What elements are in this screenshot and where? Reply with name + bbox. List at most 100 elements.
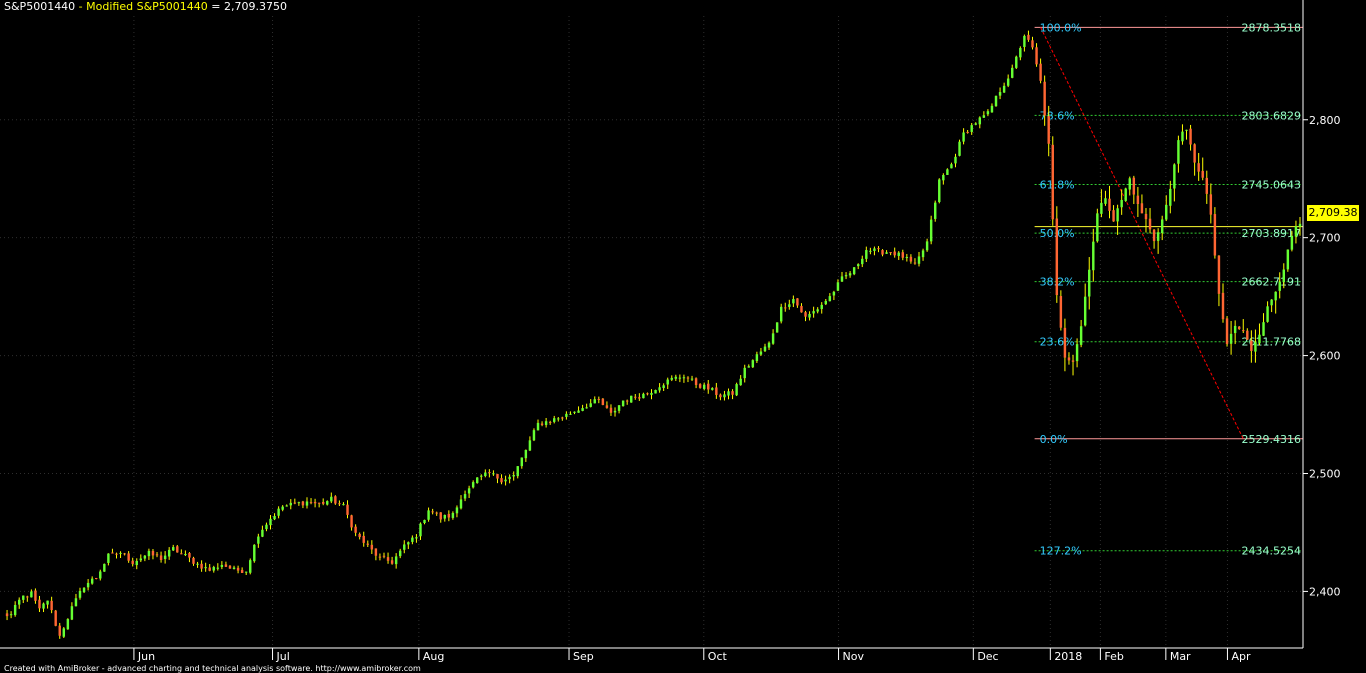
candle-down [224, 564, 228, 567]
candle-down [38, 599, 41, 609]
candle-up [852, 267, 856, 275]
candle-up [544, 421, 548, 425]
candle-up [990, 105, 994, 113]
candle-up [788, 304, 791, 307]
candle-down [719, 394, 722, 398]
candle-up [905, 257, 909, 259]
candle-up [1002, 85, 1006, 93]
candle-down [1193, 144, 1196, 163]
candle-down [1055, 218, 1059, 296]
candle-up [403, 544, 406, 550]
candle-up [216, 567, 220, 569]
candle-down [5, 613, 9, 617]
candle-up [220, 564, 224, 567]
candle-down [715, 387, 718, 395]
candle-up [74, 598, 78, 607]
candle-up [925, 241, 929, 251]
candle-down [609, 407, 613, 413]
candle-up [771, 333, 775, 344]
candle-down [362, 535, 365, 543]
candle-up [232, 567, 236, 569]
candle-down [877, 248, 880, 250]
candle-down [176, 546, 179, 553]
candle-down [966, 131, 969, 133]
candle-up [816, 309, 819, 312]
candle-down [893, 251, 896, 256]
candle-up [249, 560, 252, 573]
candle-down [1205, 177, 1208, 194]
candle-down [321, 502, 325, 504]
candle-up [589, 403, 592, 407]
chart-header: S&P5001440 - Modified S&P5001440 = 2,709… [4, 0, 287, 13]
candle-down [447, 513, 451, 518]
candle-down [131, 560, 134, 564]
candle-down [698, 384, 702, 388]
fib-level-percent: 0.0% [1040, 433, 1068, 446]
candle-down [123, 553, 126, 555]
fibonacci-retracement[interactable]: 100.0% 2878.351878.6% 2803.682961.8% 2745.0… [1034, 21, 1303, 558]
candle-up [1128, 178, 1131, 190]
candle-up [1286, 249, 1290, 270]
candle-up [962, 132, 965, 142]
candle-down [561, 417, 564, 419]
candle-up [184, 553, 187, 555]
candle-up [727, 391, 730, 396]
candle-down [694, 378, 698, 385]
candle-up [99, 571, 102, 579]
candle-down [200, 563, 203, 569]
candle-up [743, 367, 746, 379]
y-tick-label: 2,600 [1309, 350, 1341, 363]
candle-up [593, 399, 596, 404]
candle-down [540, 423, 544, 425]
candle-up [480, 475, 483, 477]
fib-level-percent: 127.2% [1040, 545, 1082, 558]
candle-up [423, 519, 426, 524]
candle-up [1258, 334, 1261, 344]
candle-down [309, 502, 313, 504]
candle-down [1250, 340, 1253, 351]
candle-down [374, 548, 378, 556]
candle-down [1067, 357, 1071, 361]
header-series-name: Modified S&P5001440 [86, 0, 208, 13]
candle-up [865, 250, 868, 259]
candle-down [686, 377, 690, 379]
candle-up [808, 313, 811, 318]
candle-down [1242, 330, 1245, 332]
candle-down [366, 543, 369, 545]
candle-down [431, 511, 434, 513]
candle-up [942, 174, 945, 181]
candle-up [463, 494, 467, 499]
candle-up [1270, 299, 1273, 306]
candle-up [516, 466, 519, 477]
candle-up [1294, 226, 1298, 237]
candle-down [1148, 218, 1152, 230]
candle-down [800, 306, 803, 313]
candle-up [654, 389, 657, 394]
candle-up [929, 219, 933, 242]
candle-down [1144, 213, 1148, 220]
candle-down [1039, 63, 1042, 81]
candle-up [577, 410, 580, 413]
candle-down [548, 421, 552, 423]
candle-down [228, 565, 232, 569]
price-chart[interactable]: 100.0% 2878.351878.6% 2803.682961.8% 2745.0… [0, 0, 1366, 672]
candle-up [938, 179, 941, 202]
header-last-value: 2,709.3750 [224, 0, 287, 13]
candle-down [151, 550, 155, 556]
candle-up [475, 477, 479, 484]
candle-down [317, 502, 321, 504]
x-tick-label: Dec [977, 650, 998, 663]
candle-up [751, 360, 755, 368]
y-tick-label: 2,400 [1309, 585, 1341, 598]
candle-down [58, 625, 61, 636]
candle-up [326, 501, 329, 505]
candle-up [1124, 188, 1127, 201]
fib-level-price: 2803.6829 [1242, 109, 1302, 122]
candle-up [885, 252, 888, 254]
candle-up [1165, 204, 1168, 220]
candle-down [796, 298, 799, 306]
candle-up [1116, 208, 1119, 222]
candle-down [625, 400, 629, 402]
candle-up [22, 595, 25, 600]
candle-up [1181, 131, 1184, 142]
